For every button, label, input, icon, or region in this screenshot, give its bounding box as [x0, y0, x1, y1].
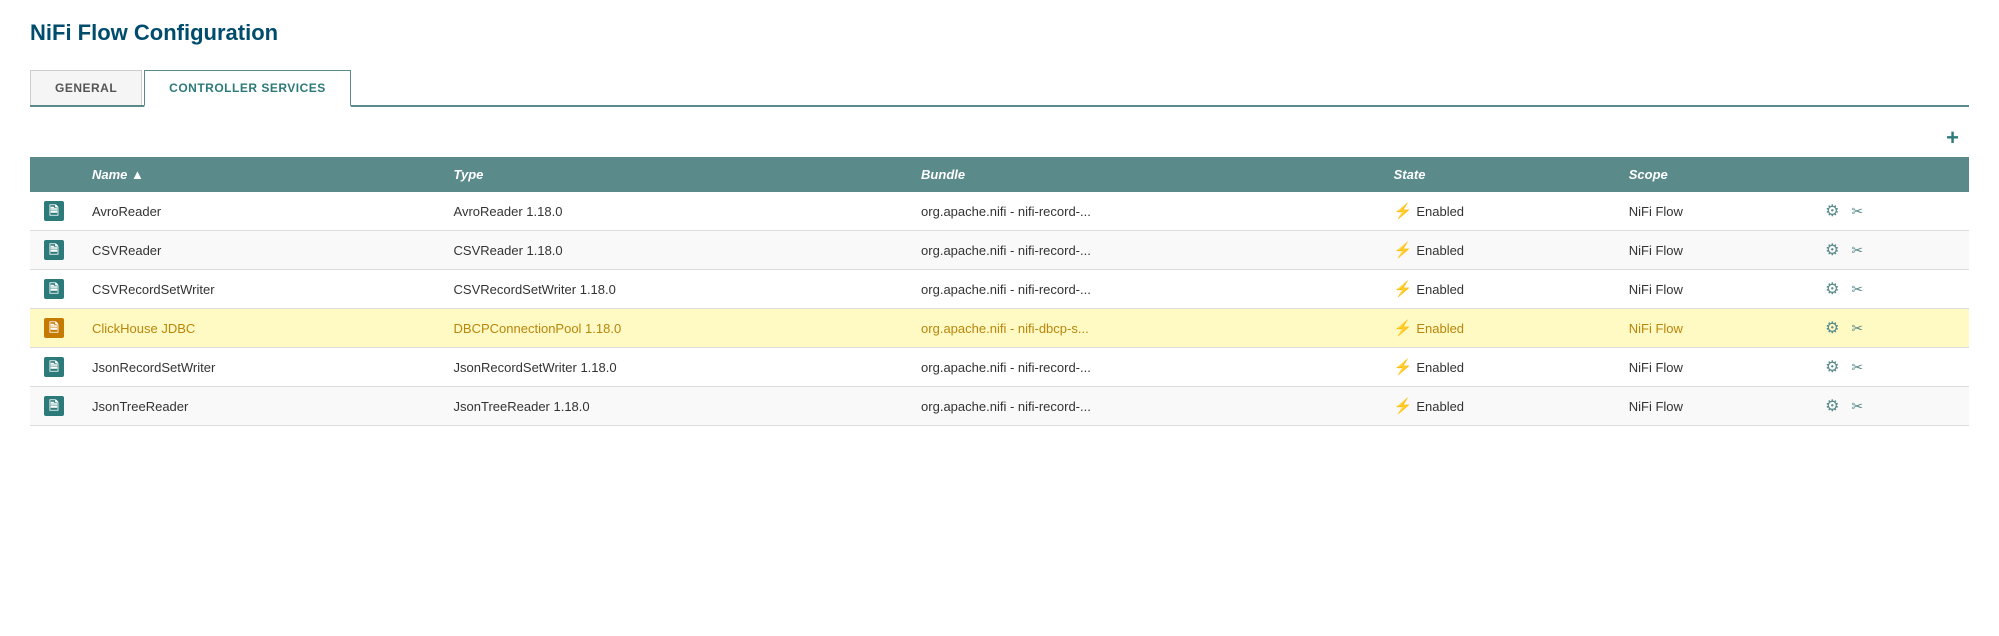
service-scope: NiFi Flow	[1615, 192, 1811, 231]
table-row[interactable]: 🗎 ClickHouse JDBCDBCPConnectionPool 1.18.…	[30, 309, 1969, 348]
service-icon: 🗎	[44, 279, 64, 299]
configure-icon[interactable]: ⚙	[1825, 318, 1839, 338]
configure-icon[interactable]: ⚙	[1825, 201, 1839, 221]
col-header-bundle: Bundle	[907, 157, 1380, 192]
tab-general[interactable]: GENERAL	[30, 70, 142, 105]
service-name: AvroReader	[78, 192, 440, 231]
service-icon: 🗎	[44, 240, 64, 260]
service-scope: NiFi Flow	[1615, 231, 1811, 270]
service-state: ⚡Enabled	[1380, 231, 1615, 270]
configure-icon[interactable]: ⚙	[1825, 240, 1839, 260]
table-header-row: Name ▲ Type Bundle State Scope	[30, 157, 1969, 192]
service-type: JsonRecordSetWriter 1.18.0	[440, 348, 908, 387]
service-type: DBCPConnectionPool 1.18.0	[440, 309, 908, 348]
service-name: CSVReader	[78, 231, 440, 270]
page-title: NiFi Flow Configuration	[30, 20, 1969, 46]
col-header-name[interactable]: Name ▲	[78, 157, 440, 192]
page-container: NiFi Flow Configuration GENERAL CONTROLL…	[0, 0, 1999, 636]
state-label: Enabled	[1416, 204, 1464, 219]
service-icon: 🗎	[44, 357, 64, 377]
service-actions: ⚙✂	[1811, 348, 1969, 387]
service-name: ClickHouse JDBC	[78, 309, 440, 348]
service-actions: ⚙✂	[1811, 387, 1969, 426]
service-state: ⚡Enabled	[1380, 309, 1615, 348]
service-name: JsonRecordSetWriter	[78, 348, 440, 387]
service-scope: NiFi Flow	[1615, 387, 1811, 426]
state-label: Enabled	[1416, 243, 1464, 258]
service-state: ⚡Enabled	[1380, 348, 1615, 387]
enabled-icon: ⚡	[1394, 319, 1413, 337]
service-type: CSVReader 1.18.0	[440, 231, 908, 270]
col-header-icon	[30, 157, 78, 192]
delete-icon[interactable]: ✂	[1851, 398, 1863, 415]
service-icon: 🗎	[44, 201, 64, 221]
col-header-actions	[1811, 157, 1969, 192]
enabled-icon: ⚡	[1394, 280, 1413, 298]
table-row[interactable]: 🗎 CSVReaderCSVReader 1.18.0org.apache.nif…	[30, 231, 1969, 270]
services-table: Name ▲ Type Bundle State Scope 🗎 AvroRead…	[30, 157, 1969, 426]
service-actions: ⚙✂	[1811, 231, 1969, 270]
service-name: JsonTreeReader	[78, 387, 440, 426]
delete-icon[interactable]: ✂	[1851, 203, 1863, 220]
tabs-bar: GENERAL CONTROLLER SERVICES	[30, 70, 1969, 107]
configure-icon[interactable]: ⚙	[1825, 396, 1839, 416]
state-label: Enabled	[1416, 360, 1464, 375]
service-icon-cell: 🗎	[30, 348, 78, 387]
toolbar: +	[30, 127, 1969, 149]
service-icon-cell: 🗎	[30, 387, 78, 426]
state-label: Enabled	[1416, 282, 1464, 297]
service-bundle: org.apache.nifi - nifi-dbcp-s...	[907, 309, 1380, 348]
col-header-scope: Scope	[1615, 157, 1811, 192]
table-row[interactable]: 🗎 JsonTreeReaderJsonTreeReader 1.18.0org.…	[30, 387, 1969, 426]
table-row[interactable]: 🗎 AvroReaderAvroReader 1.18.0org.apache.n…	[30, 192, 1969, 231]
service-bundle: org.apache.nifi - nifi-record-...	[907, 270, 1380, 309]
delete-icon[interactable]: ✂	[1851, 281, 1863, 298]
state-label: Enabled	[1416, 399, 1464, 414]
service-icon-cell: 🗎	[30, 309, 78, 348]
enabled-icon: ⚡	[1394, 397, 1413, 415]
service-bundle: org.apache.nifi - nifi-record-...	[907, 348, 1380, 387]
service-type: JsonTreeReader 1.18.0	[440, 387, 908, 426]
service-actions: ⚙✂	[1811, 192, 1969, 231]
service-state: ⚡Enabled	[1380, 192, 1615, 231]
service-bundle: org.apache.nifi - nifi-record-...	[907, 387, 1380, 426]
enabled-icon: ⚡	[1394, 358, 1413, 376]
service-icon-cell: 🗎	[30, 231, 78, 270]
service-bundle: org.apache.nifi - nifi-record-...	[907, 231, 1380, 270]
enabled-icon: ⚡	[1394, 202, 1413, 220]
enabled-icon: ⚡	[1394, 241, 1413, 259]
service-state: ⚡Enabled	[1380, 387, 1615, 426]
service-actions: ⚙✂	[1811, 270, 1969, 309]
service-scope: NiFi Flow	[1615, 348, 1811, 387]
service-icon: 🗎	[44, 396, 64, 416]
service-actions: ⚙✂	[1811, 309, 1969, 348]
state-label: Enabled	[1416, 321, 1464, 336]
service-icon-cell: 🗎	[30, 270, 78, 309]
service-icon: 🗎	[44, 318, 64, 338]
add-service-button[interactable]: +	[1946, 127, 1959, 149]
table-row[interactable]: 🗎 JsonRecordSetWriterJsonRecordSetWriter …	[30, 348, 1969, 387]
service-state: ⚡Enabled	[1380, 270, 1615, 309]
configure-icon[interactable]: ⚙	[1825, 357, 1839, 377]
service-bundle: org.apache.nifi - nifi-record-...	[907, 192, 1380, 231]
table-row[interactable]: 🗎 CSVRecordSetWriterCSVRecordSetWriter 1.…	[30, 270, 1969, 309]
service-scope: NiFi Flow	[1615, 309, 1811, 348]
tab-controller-services[interactable]: CONTROLLER SERVICES	[144, 70, 351, 107]
col-header-state: State	[1380, 157, 1615, 192]
service-name: CSVRecordSetWriter	[78, 270, 440, 309]
delete-icon[interactable]: ✂	[1851, 242, 1863, 259]
service-icon-cell: 🗎	[30, 192, 78, 231]
service-type: AvroReader 1.18.0	[440, 192, 908, 231]
service-type: CSVRecordSetWriter 1.18.0	[440, 270, 908, 309]
configure-icon[interactable]: ⚙	[1825, 279, 1839, 299]
col-header-type: Type	[440, 157, 908, 192]
delete-icon[interactable]: ✂	[1851, 320, 1863, 337]
delete-icon[interactable]: ✂	[1851, 359, 1863, 376]
service-scope: NiFi Flow	[1615, 270, 1811, 309]
